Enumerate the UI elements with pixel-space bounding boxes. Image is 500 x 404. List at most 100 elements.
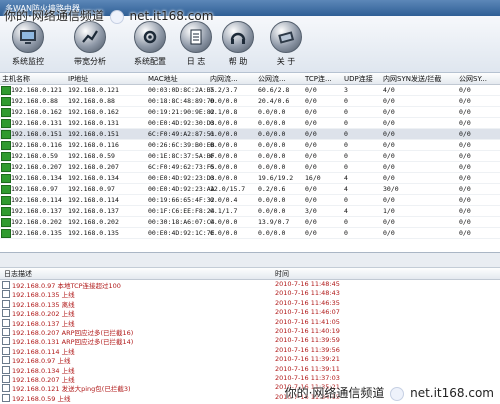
table-cell: 0.0/0.0	[258, 152, 286, 160]
table-cell: 0/0	[459, 130, 471, 138]
table-cell: 0/0	[305, 196, 317, 204]
log-time: 2010-7-16 11:48:43	[275, 289, 340, 298]
table-cell: 6C:F0:49:62:73:F5	[148, 163, 215, 171]
column-header[interactable]: 内网SYN发送/拦截	[383, 74, 441, 84]
table-cell: 0.0/0.0	[258, 141, 286, 149]
log-row[interactable]: 192.168.0.134 上线 2010-7-16 11:39:11	[0, 365, 500, 375]
log-time: 2010-7-16 11:40:19	[275, 326, 340, 335]
table-cell: 192.168.0.121	[68, 86, 119, 94]
table-cell: 20.4/0.6	[258, 97, 290, 105]
host-computer-icon	[1, 97, 11, 106]
log-row[interactable]: 192.168.0.114 上线 2010-7-16 11:39:56	[0, 345, 500, 356]
table-cell: 0/0	[459, 163, 471, 171]
table-cell: 192.168.0.59	[68, 152, 115, 160]
table-row[interactable]: 192.168.0.59 192.168.0.59 00:1E:8C:37:5A:B…	[0, 151, 500, 162]
host-computer-icon	[1, 207, 11, 216]
table-cell: 60.6/2.8	[258, 86, 290, 94]
table-row[interactable]: 192.168.0.151 192.168.0.151 6C:F0:49:A2:87…	[0, 129, 500, 140]
table-cell: 192.168.0.88	[68, 97, 115, 105]
log-row[interactable]: 192.168.0.207 ARP回应过多(已拦截16) 2010-7-16 11…	[0, 326, 500, 337]
table-row[interactable]: 192.168.0.134 192.168.0.134 00:E0:4D:92:23…	[0, 173, 500, 184]
table-cell: 0	[344, 119, 348, 127]
table-row[interactable]: 192.168.0.97 192.168.0.97 00:E0:4D:92:23:A…	[0, 184, 500, 195]
log-row[interactable]: 192.168.0.131 ARP回应过多(已拦截14) 2010-7-16 11…	[0, 336, 500, 346]
table-row[interactable]: 192.168.0.202 192.168.0.202 00:30:18:A6:07…	[0, 217, 500, 228]
log-row[interactable]: 192.168.0.135 上线 2010-7-16 11:48:43	[0, 289, 500, 299]
table-cell: 192.168.0.97	[11, 185, 58, 193]
table-row[interactable]: 192.168.0.137 192.168.0.137 00:1F:C6:EE:F8…	[0, 206, 500, 217]
table-cell: 0/0	[305, 218, 317, 226]
log-entry-icon	[2, 356, 10, 365]
table-cell: 0/0	[383, 196, 395, 204]
host-computer-icon	[1, 119, 11, 128]
column-header[interactable]: TCP连...	[305, 74, 332, 84]
log-row[interactable]: 192.168.0.207 上线 2010-7-16 11:37:03	[0, 374, 500, 384]
host-computer-icon	[1, 141, 11, 150]
table-row[interactable]: 192.168.0.131 192.168.0.131 00:E0:4D:92:30…	[0, 118, 500, 129]
table-row[interactable]: 192.168.0.207 192.168.0.207 6C:F0:49:62:73…	[0, 162, 500, 173]
table-cell: 0	[344, 108, 348, 116]
table-row[interactable]: 192.168.0.135 192.168.0.135 00:E0:4D:92:1C…	[0, 228, 500, 239]
table-cell: 4/0	[383, 86, 395, 94]
column-header[interactable]: 主机名称	[2, 74, 30, 84]
table-row[interactable]: 192.168.0.162 192.168.0.162 00:19:21:90:9E…	[0, 107, 500, 118]
table-cell: 192.168.0.114	[11, 196, 62, 204]
column-header[interactable]: 日志描述	[4, 269, 32, 279]
table-row[interactable]: 192.168.0.116 192.168.0.116 00:26:6C:39:B0…	[0, 140, 500, 151]
column-header[interactable]: UDP连接	[344, 74, 373, 84]
table-cell: 0/0	[459, 108, 471, 116]
table-cell: 192.168.0.137	[11, 207, 62, 215]
log-time: 2010-7-16 11:39:59	[275, 336, 340, 345]
table-cell: 00:1E:8C:37:5A:BF	[148, 152, 215, 160]
toolbar-button-monitor[interactable]: 系统监控	[0, 21, 56, 69]
watermark-top: 你的·网络通信频道 net.it168.com	[0, 7, 500, 27]
toolbar-button-about[interactable]: 关 于	[258, 21, 314, 69]
watermark-bottom: 你的·网络通信频道 net.it168.com	[285, 384, 494, 401]
column-header[interactable]: 公网流...	[258, 74, 286, 84]
table-row[interactable]: 192.168.0.88 192.168.0.88 00:18:8C:48:89:7…	[0, 96, 500, 107]
log-row[interactable]: 192.168.0.202 上线 2010-7-16 11:46:07	[0, 308, 500, 318]
table-cell: 0.0/0.0	[210, 229, 238, 237]
toolbar-button-bandwidth[interactable]: 带宽分析	[62, 21, 118, 69]
table-cell: 3	[344, 86, 348, 94]
host-computer-icon	[1, 86, 11, 95]
pane-divider[interactable]	[0, 253, 500, 268]
column-header[interactable]: IP地址	[68, 74, 88, 84]
toolbar-label: 系统监控	[12, 57, 44, 66]
table-cell: 0.0/0.0	[210, 218, 238, 226]
column-header[interactable]: 公网SY...	[459, 74, 487, 84]
host-computer-icon	[1, 130, 11, 139]
log-row[interactable]: 192.168.0.135 离线 2010-7-16 11:46:35	[0, 299, 500, 309]
log-time: 2010-7-16 11:48:45	[275, 280, 340, 288]
table-cell: 192.168.0.134	[11, 174, 62, 182]
table-cell: 0/0	[459, 141, 471, 149]
table-cell: 0.0/0.0	[210, 130, 238, 138]
table-cell: 7.2/3.7	[210, 86, 238, 94]
table-cell: 0.0/0.4	[210, 196, 238, 204]
table-cell: 0.0/0.0	[258, 130, 286, 138]
table-cell: 0/0	[305, 86, 317, 94]
table-row[interactable]: 192.168.0.114 192.168.0.114 00:19:66:65:4F…	[0, 195, 500, 206]
log-row[interactable]: 192.168.0.137 上线 2010-7-16 11:41:05	[0, 318, 500, 328]
log-entry-icon	[2, 299, 10, 308]
table-cell: 0.2/0.6	[258, 185, 286, 193]
column-header[interactable]: MAC地址	[148, 74, 178, 84]
log-row[interactable]: 192.168.0.97 本地TCP连接超过100 2010-7-16 11:48…	[0, 280, 500, 290]
table-cell: 0/0	[383, 174, 395, 182]
log-row[interactable]: 192.168.0.97 上线 2010-7-16 11:39:21	[0, 355, 500, 365]
table-cell: 0	[344, 97, 348, 105]
column-header[interactable]: 时间	[275, 269, 289, 279]
table-cell: 00:30:18:A6:07:C4	[148, 218, 215, 226]
table-cell: 0	[344, 141, 348, 149]
log-entry-icon	[2, 346, 10, 355]
watermark-logo-icon	[109, 9, 124, 24]
table-cell: 00:18:8C:48:89:7D	[148, 97, 215, 105]
log-time: 2010-7-16 11:39:56	[275, 345, 340, 354]
column-header[interactable]: 内网流...	[210, 74, 238, 84]
table-cell: 0/0	[459, 196, 471, 204]
host-computer-icon	[1, 174, 11, 183]
table-cell: 0/0	[459, 218, 471, 226]
host-computer-icon	[1, 218, 11, 227]
table-cell: 00:E0:4D:92:23:AA	[148, 185, 215, 193]
table-row[interactable]: 192.168.0.121 192.168.0.121 00:03:0D:8C:2A…	[0, 85, 500, 96]
